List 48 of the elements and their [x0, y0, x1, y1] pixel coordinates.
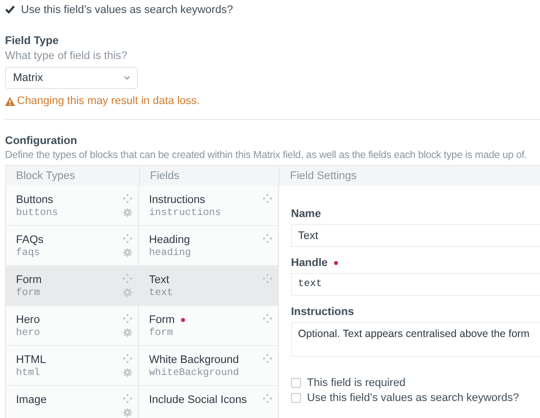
checkbox-label: This field is required: [307, 376, 406, 388]
field-label: Name: [291, 208, 321, 220]
field-item[interactable]: Instructions instructions: [139, 186, 278, 226]
field-item[interactable]: Text text: [139, 266, 278, 306]
instructions-field[interactable]: Optional. Text appears centralised above the form: [291, 322, 540, 357]
checkbox-label: Use this field’s values as search keywords?: [21, 4, 233, 16]
move-icon[interactable]: [263, 354, 272, 363]
move-icon[interactable]: [123, 314, 132, 323]
move-icon[interactable]: [123, 274, 132, 283]
settings-icon[interactable]: [123, 368, 132, 377]
handle-field[interactable]: text: [291, 273, 540, 296]
settings-icon[interactable]: [123, 408, 132, 417]
block-type-item[interactable]: Image: [6, 386, 138, 418]
column-header: Field Settings: [279, 166, 540, 186]
move-icon[interactable]: [263, 314, 272, 323]
block-type-item[interactable]: Form form: [6, 266, 138, 306]
block-type-item[interactable]: Hero hero: [6, 306, 138, 346]
field-type-select[interactable]: Matrix: [5, 67, 138, 89]
caret-icon: [124, 76, 130, 80]
name-field[interactable]: Text: [291, 224, 540, 247]
move-icon[interactable]: [123, 194, 132, 203]
field-item[interactable]: Include Social Icons: [139, 386, 278, 418]
settings-icon[interactable]: [123, 328, 132, 337]
move-icon[interactable]: [263, 234, 272, 243]
warning-text: Changing this may result in data loss.: [17, 95, 200, 107]
move-icon[interactable]: [263, 394, 272, 403]
settings-icon[interactable]: [123, 288, 132, 297]
move-icon[interactable]: [123, 394, 132, 403]
field-item[interactable]: Form form: [139, 306, 278, 346]
description-text: Define the types of blocks that can be created within this Matrix field, as well as the fields each block type is made up of.: [5, 150, 528, 161]
section-label: Configuration: [5, 134, 78, 147]
move-icon[interactable]: [263, 194, 272, 203]
move-icon[interactable]: [263, 274, 272, 283]
move-icon[interactable]: [123, 234, 132, 243]
settings-icon[interactable]: [123, 208, 132, 217]
checkbox-label: Use this field’s values as search keywords?: [307, 392, 519, 404]
block-type-item[interactable]: Buttons buttons: [6, 186, 138, 226]
field-label: Handle: [291, 257, 328, 269]
field-label: Instructions: [291, 306, 354, 318]
field-item[interactable]: White Background whiteBackground: [139, 346, 278, 386]
block-type-item[interactable]: HTML html: [6, 346, 138, 386]
column-header: Block Types: [15, 169, 76, 184]
hint-text: What type of field is this?: [5, 50, 128, 62]
move-icon[interactable]: [123, 354, 132, 363]
warning-icon: [5, 96, 15, 106]
section-label: Field Type: [5, 35, 60, 47]
checkbox[interactable]: [5, 4, 15, 14]
settings-icon[interactable]: [123, 248, 132, 257]
